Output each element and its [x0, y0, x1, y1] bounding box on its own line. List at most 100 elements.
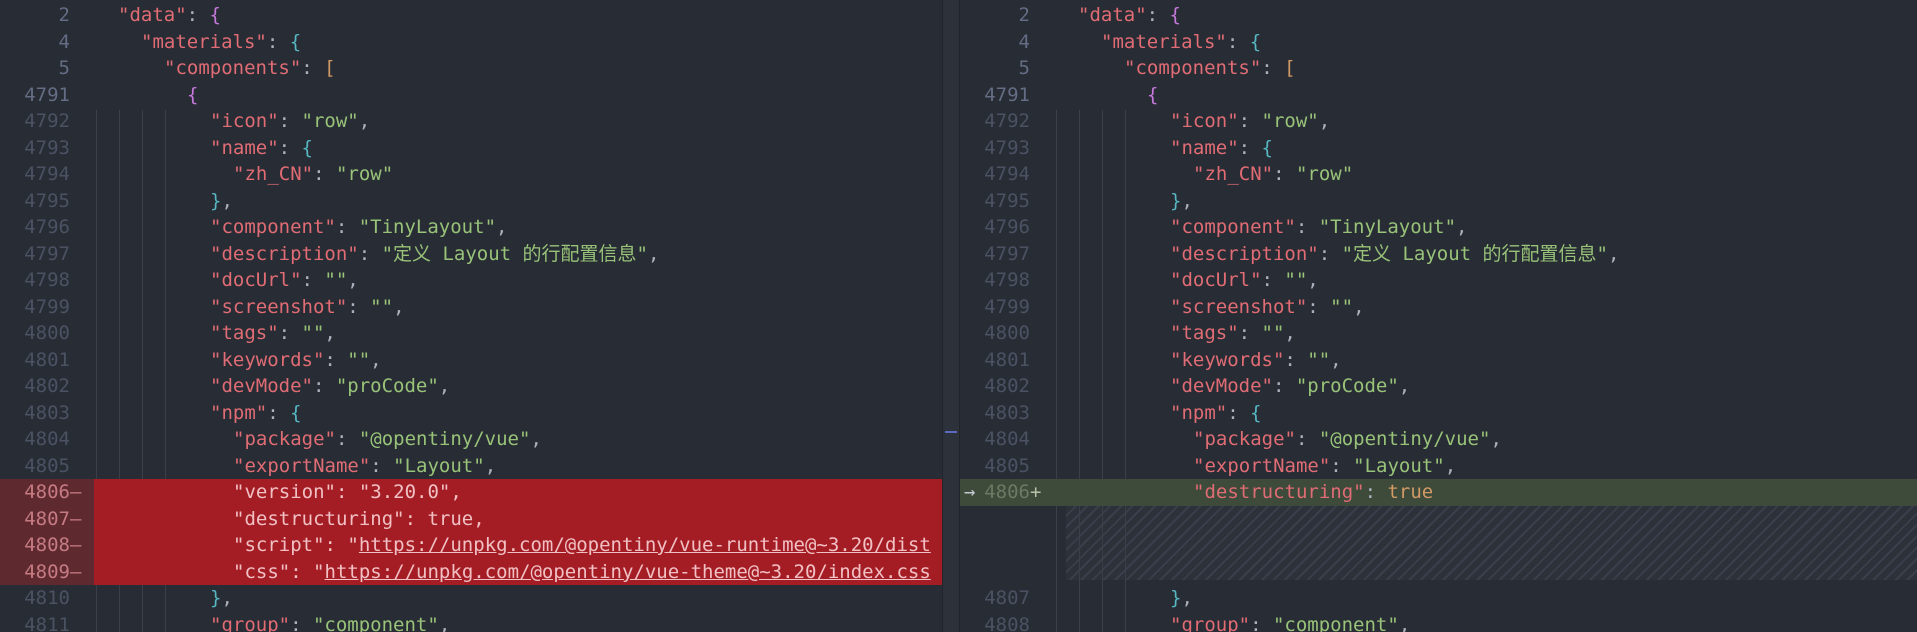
code-line[interactable]: 4 "materials": { [0, 29, 957, 56]
code-line[interactable]: 4797 "description": "定义 Layout 的行配置信息", [960, 241, 1917, 268]
code-line[interactable]: 4804 "package": "@opentiny/vue", [0, 426, 957, 453]
code-line[interactable]: 4802 "devMode": "proCode", [0, 373, 957, 400]
code-line[interactable]: 4793 "name": { [0, 135, 957, 162]
right-pane-modified[interactable]: 2 "data": {4 "materials": {5 "components": … [960, 0, 1917, 632]
code-token: { [1250, 401, 1262, 424]
code-line[interactable]: 4794 "zh_CN": "row" [0, 161, 957, 188]
left-pane-original[interactable]: 2 "data": {4 "materials": {5 "components": … [0, 0, 957, 632]
code-token: , [1353, 295, 1365, 318]
line-number: 4801 [24, 348, 70, 371]
code-token: "icon" [210, 110, 279, 132]
line-number: 5 [1018, 57, 1030, 79]
code-token: : [1238, 136, 1262, 159]
code-line[interactable]: 4808 "group": "component", [960, 612, 1917, 632]
code-line[interactable]: 4810}, [0, 585, 957, 612]
code-line[interactable]: 5 "components": [ [960, 55, 1917, 82]
code-text: "screenshot": "", [210, 294, 957, 321]
code-token: { [289, 30, 302, 53]
code-line[interactable]: 4804 "package": "@opentiny/vue", [960, 426, 1917, 453]
code-token: , [1181, 189, 1193, 212]
code-line[interactable]: 4791 { [0, 82, 957, 109]
padding-line[interactable] [960, 559, 1917, 586]
code-text: "docUrl": "", [210, 267, 957, 294]
code-token: } [1170, 189, 1182, 212]
code-token: , [347, 269, 359, 291]
line-number: 4802 [984, 375, 1030, 397]
code-line[interactable]: 4798 "docUrl": "", [0, 267, 957, 294]
line-number: 4803 [24, 401, 70, 424]
code-token: } [210, 189, 222, 212]
code-token: , [1330, 348, 1342, 371]
code-line[interactable]: 4809– "css": "https://unpkg.com/@opentiny… [0, 558, 957, 585]
code-token: , [438, 375, 451, 397]
code-line[interactable]: 4793 "name": { [960, 135, 1917, 162]
code-line[interactable]: 4807}, [960, 585, 1917, 612]
code-line[interactable]: 4801 "keywords": "", [960, 347, 1917, 374]
code-line[interactable]: 4799 "screenshot": "", [0, 294, 957, 321]
code-token: : [290, 613, 313, 632]
line-number: 4803 [984, 401, 1030, 424]
code-token: "docUrl" [210, 269, 302, 291]
code-line[interactable]: 4799 "screenshot": "", [960, 294, 1917, 321]
code-token: , [1456, 216, 1468, 238]
code-token: { [1249, 30, 1262, 53]
code-line[interactable]: 4794 "zh_CN": "row" [960, 161, 1917, 188]
code-line[interactable]: 4792 "icon": "row", [0, 108, 957, 135]
code-token: , [1444, 454, 1457, 477]
line-number: 4792 [24, 110, 70, 132]
code-token: , [1398, 613, 1411, 632]
code-line[interactable]: 4803 "npm": { [960, 400, 1917, 427]
code-line[interactable]: 2 "data": { [960, 2, 1917, 29]
code-line[interactable]: 4795}, [960, 188, 1917, 215]
line-number: 2 [58, 4, 70, 26]
code-token: "row" [335, 163, 394, 185]
code-token: } [210, 587, 222, 609]
code-line[interactable]: 4811 "group": "component", [0, 612, 957, 632]
code-token: "screenshot" [1170, 295, 1308, 318]
line-number: 4794 [24, 163, 70, 185]
code-line[interactable]: → 4806 + "destructuring": true [960, 479, 1917, 506]
code-token: "tags" [210, 322, 279, 344]
code-line[interactable]: 4 "materials": { [960, 29, 1917, 56]
line-number: 4796 [24, 216, 70, 238]
code-text: "destructuring": true [1193, 479, 1917, 506]
code-line[interactable]: 4805 "exportName": "Layout", [0, 453, 957, 480]
line-number: 4794 [984, 163, 1030, 185]
code-line[interactable]: 4806– "version": "3.20.0", [0, 479, 957, 506]
code-token: , [221, 587, 233, 609]
code-line[interactable]: 4792 "icon": "row", [960, 108, 1917, 135]
code-token: "proCode" [1295, 375, 1399, 397]
code-text: "zh_CN": "row" [1193, 161, 1917, 188]
code-line[interactable]: 4805 "exportName": "Layout", [960, 453, 1917, 480]
line-number: 4807 [984, 587, 1030, 609]
code-line[interactable]: 4800 "tags": "", [960, 320, 1917, 347]
code-text: "components": [ [164, 55, 957, 82]
code-line[interactable]: 5 "components": [ [0, 55, 957, 82]
code-text: "docUrl": "", [1170, 267, 1917, 294]
code-line[interactable]: 4801 "keywords": "", [0, 347, 957, 374]
deletion-marker: – [70, 481, 82, 503]
line-number: 4800 [24, 322, 70, 344]
code-line[interactable]: 4798 "docUrl": "", [960, 267, 1917, 294]
code-text: "description": "定义 Layout 的行配置信息", [210, 241, 957, 268]
code-token: : [1273, 163, 1296, 185]
padding-line[interactable] [960, 532, 1917, 559]
diff-divider[interactable] [942, 0, 960, 632]
code-line[interactable]: 4803 "npm": { [0, 400, 957, 427]
code-line[interactable]: 2 "data": { [0, 2, 957, 29]
code-line[interactable]: 4796 "component": "TinyLayout", [0, 214, 957, 241]
code-line[interactable]: 4807– "destructuring": true, [0, 505, 957, 532]
code-line[interactable]: 4795}, [0, 188, 957, 215]
code-token: : [1226, 30, 1250, 53]
code-line[interactable]: 4791 { [960, 82, 1917, 109]
code-token: "css" [233, 560, 291, 583]
padding-line[interactable] [960, 506, 1917, 533]
code-line[interactable]: 4802 "devMode": "proCode", [960, 373, 1917, 400]
code-line[interactable]: 4808– "script": "https://unpkg.com/@opent… [0, 532, 957, 559]
line-number: 4807 [24, 507, 70, 530]
code-token: "npm" [210, 401, 268, 424]
code-line[interactable]: 4800 "tags": "", [0, 320, 957, 347]
code-line[interactable]: 4796 "component": "TinyLayout", [960, 214, 1917, 241]
code-token: , [484, 454, 497, 477]
code-line[interactable]: 4797 "description": "定义 Layout 的行配置信息", [0, 241, 957, 268]
